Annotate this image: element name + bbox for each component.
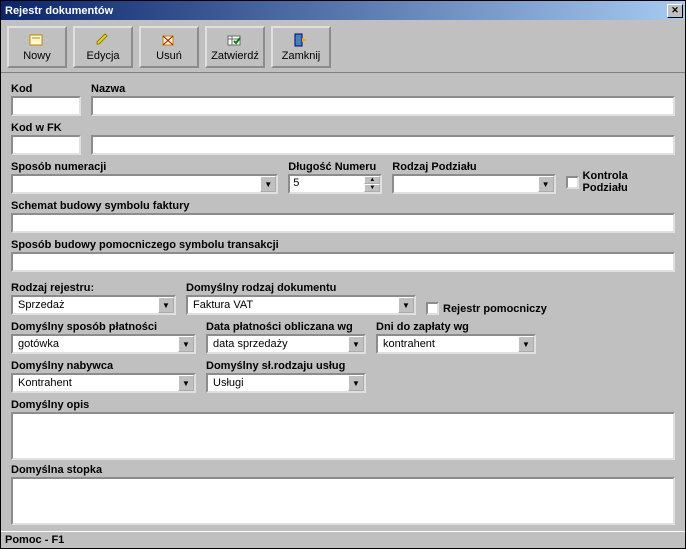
usun-button[interactable]: Usuń [139, 26, 199, 68]
toolbar: Nowy Edycja Usuń Zatwierdź Zamknij [1, 20, 685, 73]
kod-fk-opis-label [91, 122, 675, 134]
delete-icon [160, 32, 178, 48]
edit-icon [94, 32, 112, 48]
dni-do-zaplaty-label: Dni do zapłaty wg [376, 321, 536, 333]
chevron-down-icon: ▼ [158, 297, 174, 313]
new-icon [28, 32, 46, 48]
zatwierdz-button[interactable]: Zatwierdź [205, 26, 265, 68]
chevron-down-icon: ▼ [518, 336, 534, 352]
kod-input[interactable] [11, 96, 81, 116]
edycja-button[interactable]: Edycja [73, 26, 133, 68]
rodzaj-podzialu-combo[interactable]: ▼ [392, 174, 555, 194]
domyslny-sl-rodzaju-label: Domyślny sł.rodzaju usług [206, 360, 366, 372]
rejestr-pomocniczy-checkbox[interactable]: Rejestr pomocniczy [426, 302, 547, 315]
kontrola-podzialu-label: Kontrola Podziału [583, 170, 675, 194]
kod-fk-opis-input[interactable] [91, 135, 675, 155]
chevron-down-icon: ▼ [348, 336, 364, 352]
exit-icon [292, 32, 310, 48]
domyslny-sl-rodzaju-combo[interactable]: Usługi ▼ [206, 373, 366, 393]
domyslny-sposob-plat-combo[interactable]: gotówka ▼ [11, 334, 196, 354]
domyslny-opis-label: Domyślny opis [11, 399, 675, 411]
domyslny-rodzaj-dok-combo[interactable]: Faktura VAT ▼ [186, 295, 416, 315]
titlebar: Rejestr dokumentów ✕ [1, 1, 685, 20]
sposob-symbolu-trans-input[interactable] [11, 252, 675, 272]
rodzaj-rejestru-combo[interactable]: Sprzedaż ▼ [11, 295, 176, 315]
domyslny-rodzaj-dok-label: Domyślny rodzaj dokumentu [186, 282, 416, 294]
kod-fk-label: Kod w FK [11, 122, 81, 134]
dlugosc-numeru-spinner[interactable]: 5 ▲ ▼ [288, 174, 382, 194]
sposob-symbolu-trans-label: Sposób budowy pomocniczego symbolu trans… [11, 239, 675, 251]
kod-label: Kod [11, 83, 81, 95]
chevron-down-icon: ▼ [178, 336, 194, 352]
nowy-button[interactable]: Nowy [7, 26, 67, 68]
chevron-down-icon: ▼ [260, 176, 276, 192]
close-icon: ✕ [671, 5, 679, 16]
chevron-down-icon: ▼ [538, 176, 554, 192]
status-bar: Pomoc - F1 [1, 531, 685, 548]
nazwa-input[interactable] [91, 96, 675, 116]
kod-fk-input[interactable] [11, 135, 81, 155]
confirm-icon [226, 32, 244, 48]
sposob-numeracji-combo[interactable]: ▼ [11, 174, 278, 194]
rodzaj-rejestru-label: Rodzaj rejestru: [11, 282, 176, 294]
schemat-symbolu-input[interactable] [11, 213, 675, 233]
nazwa-label: Nazwa [91, 83, 675, 95]
schemat-symbolu-label: Schemat budowy symbolu faktury [11, 200, 675, 212]
data-platnosci-combo[interactable]: data sprzedaży ▼ [206, 334, 366, 354]
checkbox-box [566, 176, 579, 189]
zamknij-button[interactable]: Zamknij [271, 26, 331, 68]
domyslny-nabywca-combo[interactable]: Kontrahent ▼ [11, 373, 196, 393]
window: Rejestr dokumentów ✕ Nowy Edycja Usuń [0, 0, 686, 549]
domyslny-nabywca-label: Domyślny nabywca [11, 360, 196, 372]
rodzaj-podzialu-label: Rodzaj Podziału [392, 161, 555, 173]
checkbox-box [426, 302, 439, 315]
chevron-down-icon: ▼ [398, 297, 414, 313]
spinner-down-icon[interactable]: ▼ [364, 184, 380, 192]
close-button[interactable]: ✕ [667, 4, 683, 18]
dni-do-zaplaty-combo[interactable]: kontrahent ▼ [376, 334, 536, 354]
chevron-down-icon: ▼ [348, 375, 364, 391]
domyslna-stopka-label: Domyślna stopka [11, 464, 675, 476]
form-body: Kod Nazwa Kod w FK Sposób numeracji [1, 73, 685, 531]
rejestr-pomocniczy-label: Rejestr pomocniczy [443, 303, 547, 315]
domyslna-stopka-textarea[interactable] [11, 477, 675, 525]
data-platnosci-label: Data płatności obliczana wg [206, 321, 366, 333]
domyslny-opis-textarea[interactable] [11, 412, 675, 460]
kontrola-podzialu-checkbox[interactable]: Kontrola Podziału [566, 170, 675, 194]
dlugosc-numeru-label: Długość Numeru [288, 161, 382, 173]
domyslny-sposob-plat-label: Domyślny sposób płatności [11, 321, 196, 333]
help-hint: Pomoc - F1 [5, 534, 64, 546]
sposob-numeracji-label: Sposób numeracji [11, 161, 278, 173]
chevron-down-icon: ▼ [178, 375, 194, 391]
spinner-up-icon[interactable]: ▲ [364, 176, 380, 184]
window-title: Rejestr dokumentów [5, 5, 667, 17]
